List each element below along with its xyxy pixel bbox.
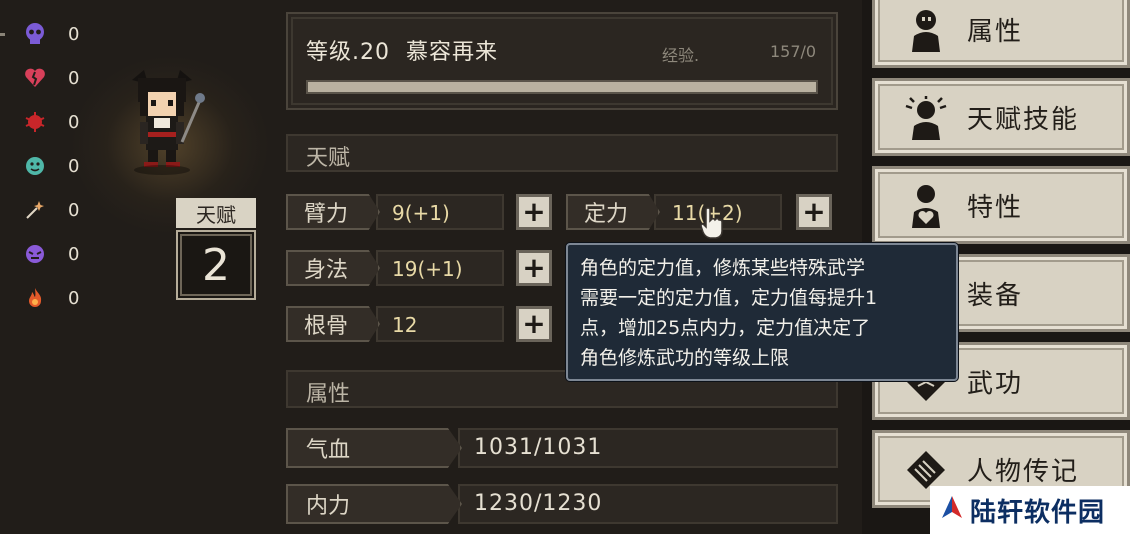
- status-item-skull[interactable]: 0: [22, 19, 79, 49]
- fire-icon: [22, 285, 48, 311]
- add-constitution-button[interactable]: +: [516, 306, 552, 342]
- hand-cursor-icon: [698, 205, 728, 241]
- scroll-tick: [0, 33, 5, 36]
- status-item-fire[interactable]: 0: [22, 283, 79, 313]
- status-value: 0: [68, 67, 80, 89]
- attribute-section-title: 属性: [306, 382, 351, 407]
- stat-label-focus[interactable]: 定力: [566, 194, 660, 230]
- tooltip-line: 需要一定的定力值，定力值每提升1: [580, 287, 878, 309]
- broken-heart-icon: [22, 65, 48, 91]
- status-value: 0: [68, 199, 80, 221]
- attribute-label-mp: 内力: [286, 484, 462, 524]
- stat-value-strength: 9(+1): [392, 201, 450, 225]
- person-icon: [899, 3, 953, 57]
- status-item-mask[interactable]: 0: [22, 239, 79, 269]
- talent-section-header: [286, 134, 838, 172]
- talent-points-value: 2: [176, 230, 256, 300]
- character-level: 等级.20: [306, 40, 390, 65]
- stat-label-agility: 身法: [286, 250, 380, 286]
- level-and-name: 等级.20 慕容再来: [306, 34, 498, 66]
- stat-value-agility: 19(+1): [392, 257, 463, 281]
- add-strength-button[interactable]: +: [516, 194, 552, 230]
- exp-label: 经验.: [662, 46, 700, 65]
- person-glow-icon: [899, 91, 953, 145]
- watermark-text: 陆轩软件园: [970, 497, 1106, 528]
- status-item-bug[interactable]: 0: [22, 107, 79, 137]
- character-sprite: [118, 66, 208, 176]
- tab-label: 装备: [967, 281, 1024, 311]
- add-focus-button[interactable]: +: [796, 194, 832, 230]
- tab-attributes[interactable]: 属性: [872, 0, 1130, 68]
- purple-mask-icon: [22, 241, 48, 267]
- stat-label-constitution: 根骨: [286, 306, 380, 342]
- status-value: 0: [68, 243, 80, 265]
- purple-skull-icon: [22, 21, 48, 47]
- attribute-value-mp: 1230/1230: [474, 491, 603, 516]
- watermark-logo: [940, 494, 964, 526]
- tooltip-line: 角色修炼武功的等级上限: [580, 347, 790, 369]
- red-bug-icon: [22, 109, 48, 135]
- status-item-sparkle[interactable]: 0: [22, 195, 79, 225]
- attribute-label-hp: 气血: [286, 428, 462, 468]
- status-item-broken-heart[interactable]: 0: [22, 63, 79, 93]
- tab-label: 天赋技能: [967, 105, 1080, 135]
- stat-label-strength: 臂力: [286, 194, 380, 230]
- tab-label: 人物传记: [967, 457, 1080, 487]
- add-agility-button[interactable]: +: [516, 250, 552, 286]
- stat-value-constitution: 12: [392, 313, 418, 337]
- tab-label: 属性: [967, 17, 1024, 47]
- exp-progress-bar: [306, 80, 818, 94]
- person-heart-icon: [899, 179, 953, 233]
- talent-section-title: 天赋: [306, 146, 351, 171]
- tab-label: 特性: [967, 193, 1024, 223]
- tab-traits[interactable]: 特性: [872, 166, 1130, 244]
- character-name: 慕容再来: [406, 40, 499, 65]
- status-item-face[interactable]: 0: [22, 151, 79, 181]
- tab-label: 武功: [967, 369, 1024, 399]
- status-value: 0: [68, 23, 80, 45]
- tooltip-line: 角色的定力值，修炼某些特殊武学: [580, 257, 866, 279]
- talent-points-label: 天赋: [176, 198, 256, 228]
- exp-value: 157/0: [770, 42, 817, 61]
- tooltip-line: 点，增加25点内力，定力值决定了: [580, 317, 871, 339]
- tab-talent-skills[interactable]: 天赋技能: [872, 78, 1130, 156]
- teal-face-icon: [22, 153, 48, 179]
- focus-stat-tooltip: 角色的定力值，修炼某些特殊武学 需要一定的定力值，定力值每提升1 点，增加25点…: [566, 243, 958, 381]
- watermark: 陆轩软件园: [930, 486, 1130, 534]
- sparkle-wand-icon: [22, 197, 48, 223]
- attribute-value-hp: 1031/1031: [474, 435, 603, 460]
- status-value: 0: [68, 287, 80, 309]
